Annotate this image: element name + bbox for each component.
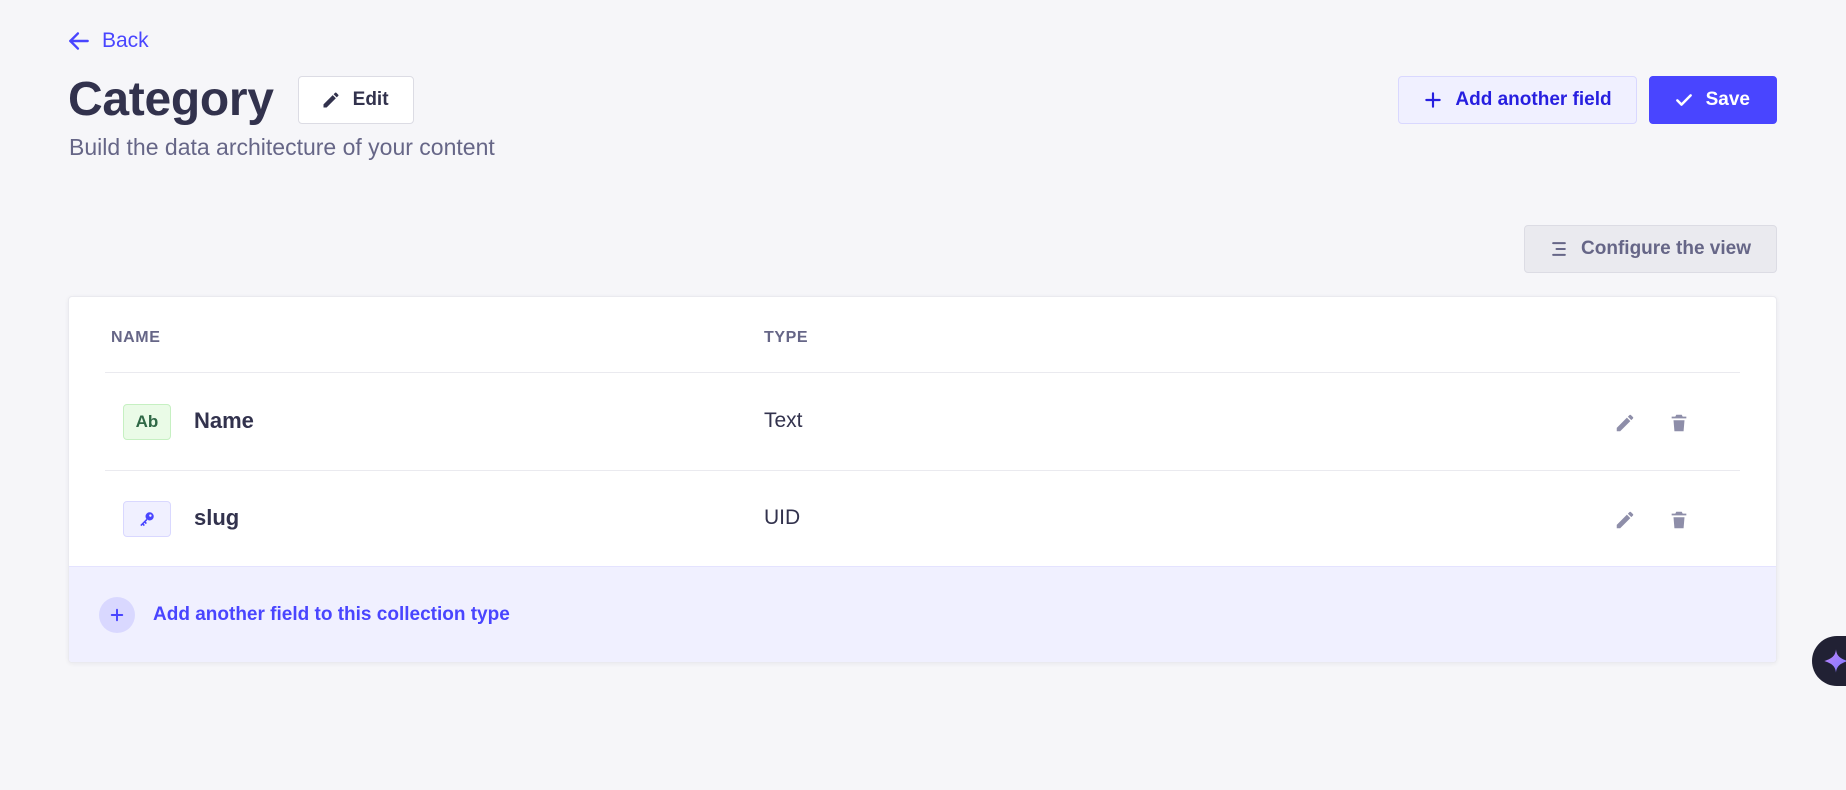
field-type: UID: [764, 506, 801, 529]
delete-field-button[interactable]: [1666, 410, 1692, 436]
table-row: Ab Name Text: [105, 374, 1740, 471]
fields-table: NAME TYPE Ab Name Text slug UID Add anot…: [68, 296, 1777, 663]
pencil-icon: [323, 92, 339, 108]
add-field-to-collection-button[interactable]: Add another field to this collection typ…: [69, 566, 1776, 662]
column-header-name: NAME: [111, 329, 161, 346]
edit-button[interactable]: Edit: [297, 76, 414, 124]
plus-circle-icon: [99, 596, 135, 633]
add-another-field-label: Add another field: [1455, 89, 1612, 110]
save-label: Save: [1705, 89, 1750, 110]
field-name: slug: [194, 505, 240, 530]
table-header: NAME TYPE: [105, 297, 1740, 373]
header-actions: Add another field Save: [1398, 76, 1777, 124]
column-header-type: TYPE: [764, 329, 809, 346]
edit-field-button[interactable]: [1612, 507, 1638, 533]
add-another-field-button[interactable]: Add another field: [1398, 76, 1637, 124]
configure-view-button[interactable]: Configure the view: [1524, 225, 1777, 273]
back-label: Back: [102, 29, 149, 52]
plus-icon: [110, 608, 124, 621]
field-type: Text: [764, 409, 803, 432]
sparkle-icon: [1824, 649, 1846, 673]
trash-icon: [1671, 511, 1687, 529]
configure-view-label: Configure the view: [1581, 238, 1751, 259]
page-subtitle: Build the data architecture of your cont…: [69, 134, 495, 160]
text-type-icon: Ab: [123, 404, 171, 440]
page-title: Category: [68, 73, 274, 126]
save-button[interactable]: Save: [1648, 76, 1777, 124]
edit-field-button[interactable]: [1612, 410, 1638, 436]
title-row: Category Edit: [68, 73, 414, 127]
list-settings-icon: [1552, 242, 1566, 256]
ai-assistant-button[interactable]: [1812, 636, 1846, 686]
key-icon: [123, 501, 171, 537]
edit-label: Edit: [352, 89, 389, 110]
check-icon: [1675, 94, 1692, 106]
delete-field-button[interactable]: [1666, 507, 1692, 533]
arrow-left-icon: [69, 32, 89, 50]
back-link[interactable]: Back: [66, 28, 149, 54]
trash-icon: [1671, 414, 1687, 432]
content-type-builder-page: Back Category Edit Build the data archit…: [0, 0, 1846, 790]
field-name: Name: [194, 408, 254, 433]
table-row: slug UID: [105, 471, 1740, 568]
pencil-icon: [1616, 511, 1634, 529]
text-type-icon-label: Ab: [135, 412, 159, 431]
key-icon-glyph: [140, 512, 154, 527]
plus-icon: [1425, 92, 1442, 108]
pencil-icon: [1616, 414, 1634, 432]
add-field-to-collection-label: Add another field to this collection typ…: [153, 603, 510, 625]
